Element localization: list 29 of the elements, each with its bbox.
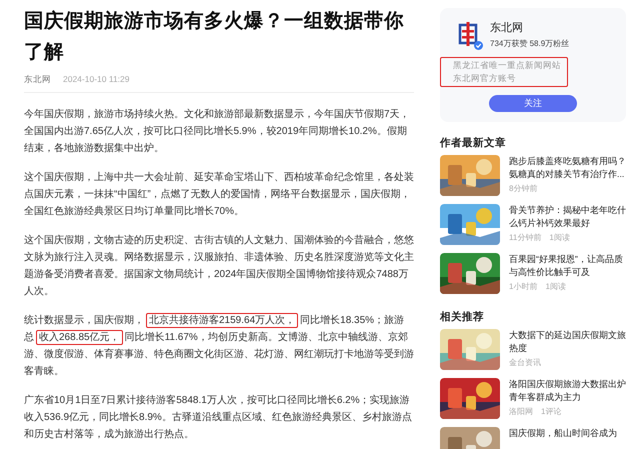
description-line: 东北网官方账号 xyxy=(453,73,517,84)
article-meta: 11分钟前 xyxy=(509,232,542,243)
article-meta: 1阅读 xyxy=(549,232,570,243)
article-paragraph: 统计数据显示，国庆假期， 北京共接待游客2159.64万人次， 同比增长18.35%；旅游总 收入268.85亿元， 同比增长11.67%，均创历史新高。文博游、北京中轴线游、京郊游、微度假游、体育赛事游、特色商圈文化街区游、花灯游、网红潮玩打卡地游等受到游客青睐。 xyxy=(24,312,414,379)
author-stats: 734万获赞 58.9万粉丝 xyxy=(490,38,570,49)
article-link[interactable]: 百果园“好果报恩”，让高品质与高性价比触手可及 xyxy=(509,253,626,279)
article-link[interactable]: 骨关节养护：揭秘中老年吃什么钙片补钙效果最好 xyxy=(509,204,626,230)
article-meta: 1评论 xyxy=(541,406,562,417)
follow-button[interactable]: 关注 xyxy=(489,95,577,112)
article-meta: 洛阳网 xyxy=(509,406,533,417)
article-meta: 1小时前 xyxy=(509,281,538,292)
article-paragraph: 广东省10月1日至7日累计接待游客5848.1万人次，按可比口径同比增长6.2%；实现旅游收入536.9亿元，同比增长8.9%。古驿道沿线重点区域、红色旅游经典景区、乡村旅游点和历史古村落等，成为旅游出行热点。 xyxy=(24,394,413,442)
article-title: 国庆假期旅游市场有多火爆？一组数据带你了解 xyxy=(24,9,405,65)
article-link[interactable]: 大数据下的延边国庆假期文旅热度 xyxy=(509,329,626,355)
article-link[interactable]: 跑步后膝盖疼吃氨糖有用吗？氨糖真的对膝关节有治疗作... xyxy=(509,155,626,181)
author-name[interactable]: 东北网 xyxy=(490,20,570,35)
section-heading: 作者最新文章 xyxy=(440,136,507,150)
article-source[interactable]: 东北网 xyxy=(24,74,51,86)
article-link[interactable]: 国庆假期，船山时间谷成为 xyxy=(509,427,626,440)
article-date: 2024-10-10 11:29 xyxy=(63,74,130,86)
article-link[interactable]: 洛阳国庆假期旅游大数据出炉青年客群成为主力 xyxy=(509,378,626,404)
article-meta: 8分钟前 xyxy=(509,183,538,194)
article-meta: 1阅读 xyxy=(545,281,566,292)
article-paragraph: 这个国庆假期，文物古迹的历史积淀、古街古镇的人文魅力、国潮体验的今昔融合，悠悠文脉为旅行注入灵魂。网络数据显示，汉服旅拍、非遗体验、历史名胜深度游览等文化主题游备受消费者喜爱。据国家文物局统计，2024年国庆假期全国博物馆接待观众7488万人次。 xyxy=(24,234,414,299)
article-paragraph: 这个国庆假期，上海中共一大会址前、延安革命宝塔山下、西柏坡革命纪念馆里，各处装点国庆元素，一抹抹“中国红”，点燃了无数人的爱国情，网络平台数据显示，国庆假期，全国红色旅游经典景区日均订单量同比增长70%。 xyxy=(24,170,414,219)
article-meta: 金台资讯 xyxy=(509,357,541,368)
section-heading: 相关推荐 xyxy=(440,310,485,324)
description-line: 黑龙江省唯一重点新闻网站 xyxy=(453,60,561,71)
article-paragraph: 今年国庆假期，旅游市场持续火热。文化和旅游部最新数据显示，今年国庆节假期7天，全国国内出游7.65亿人次，按可比口径同比增长5.9%，较2019年同期增长10.2%。假期结束，各地旅游数据集中出炉。 xyxy=(24,108,411,156)
